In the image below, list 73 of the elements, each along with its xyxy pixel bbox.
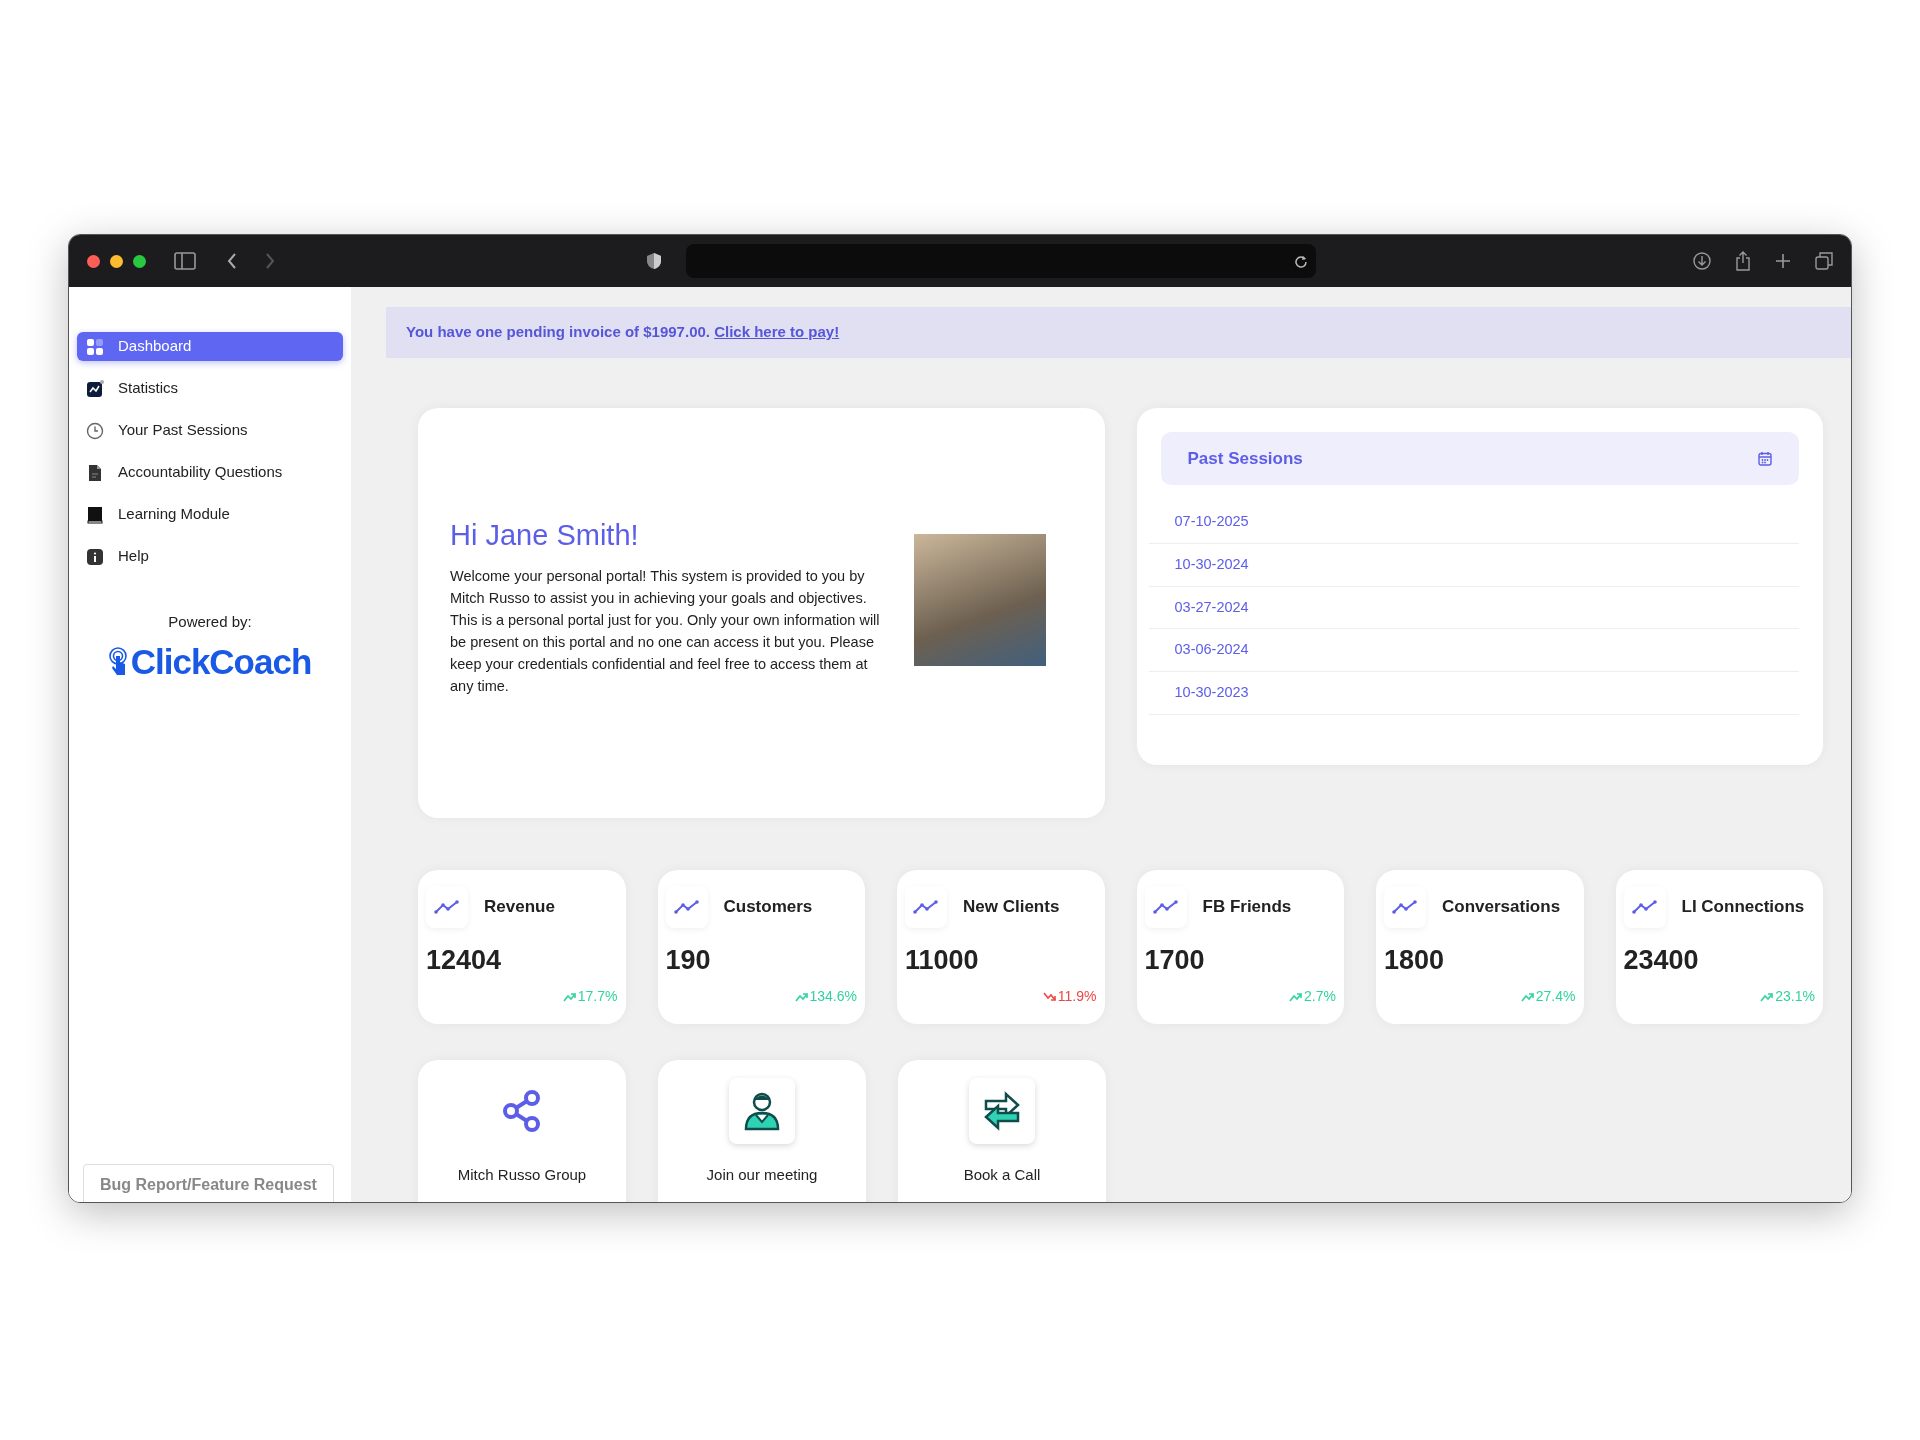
line-chart-icon [1631,898,1658,915]
stat-value: 11000 [905,943,980,977]
stat-change: 134.6% [809,987,857,1006]
shield-icon [646,252,662,270]
session-date[interactable]: 10-30-2023 [1148,672,1799,715]
past-sessions-title: Past Sessions [1187,447,1303,470]
sidebar-item[interactable]: Learning Module [77,500,343,529]
link-card[interactable]: Mitch Russo Group [418,1059,626,1202]
tabs-overview-icon[interactable] [1815,252,1833,270]
link-label: Book a Call [963,1164,1041,1185]
line-chart-icon [913,898,939,915]
reload-icon[interactable] [1294,254,1308,268]
session-date[interactable]: 10-30-2024 [1148,543,1799,587]
sidebar-toggle-icon[interactable] [174,252,196,270]
chart-icon [86,379,104,398]
download-icon[interactable] [1693,252,1711,270]
stat-value: 12404 [426,943,503,977]
trend-down-icon [1042,990,1056,1003]
stat-change: 23.1% [1775,987,1815,1006]
back-icon[interactable] [226,252,238,270]
stat-change: 11.9% [1057,987,1097,1006]
link-label: Join our meeting [706,1164,818,1185]
stat-label: FB Friends [1202,895,1292,918]
document-icon [86,463,104,482]
calendar-icon[interactable] [1758,450,1772,466]
sidebar-item[interactable]: Statistics [77,374,343,403]
stat-label: Customers [723,895,813,918]
line-chart-icon [1152,898,1179,915]
stat-label: New Clients [963,895,1060,918]
line-chart-icon [434,898,460,915]
stat-value: 23400 [1623,943,1700,977]
stat-label: LI Connections [1681,895,1805,918]
minimize-icon[interactable] [110,254,123,268]
link-card[interactable]: Book a Call [898,1059,1106,1202]
stat-label: Revenue [484,895,555,918]
stat-label: Conversations [1442,895,1561,918]
trend-up-icon [1289,990,1303,1003]
share-icon[interactable] [1735,251,1751,271]
stat-change: 2.7% [1304,987,1336,1006]
close-icon[interactable] [87,254,100,268]
invoice-message: You have one pending invoice of $1997.00. [406,323,711,340]
trend-up-icon [562,990,576,1003]
grid-icon [86,337,104,356]
trend-up-icon [1520,990,1534,1003]
welcome-text: Welcome your personal portal! This system is provided to you by Mitch Russo to assist you in achieving your goals and objectives. This is a personal portal just for you. Only your own information will be present on this portal and no one can access it but you. Please keep your credentials confidential and feel free to access them at any time. [450,566,881,696]
stat-change: 27.4% [1535,987,1576,1006]
bug-report-button[interactable]: Bug Report/Feature Request [83,1164,334,1202]
sidebar-item[interactable]: Your Past Sessions [77,416,343,445]
line-chart-icon [673,898,700,915]
greeting-title: Hi Jane Smith! [450,518,640,553]
new-tab-icon[interactable] [1775,253,1791,269]
sidebar-item[interactable]: Accountability Questions [77,458,343,487]
session-date[interactable]: 03-06-2024 [1148,629,1799,672]
line-chart-icon [1392,898,1418,915]
trend-up-icon [1760,990,1774,1003]
book-icon [86,505,104,524]
maximize-icon[interactable] [133,254,146,268]
clickcoach-logo[interactable]: ClickCoach [77,635,343,688]
stat-value: 190 [665,943,712,977]
sidebar-item[interactable]: Help [77,542,343,571]
trend-up-icon [794,990,808,1003]
stat-change: 17.7% [577,987,618,1006]
stat-value: 1700 [1144,943,1206,977]
session-date[interactable]: 03-27-2024 [1148,586,1799,630]
session-date[interactable]: 07-10-2025 [1148,501,1799,544]
link-card[interactable]: Join our meeting [658,1059,866,1202]
link-label: Mitch Russo Group [457,1164,587,1185]
pay-link[interactable]: Click here to pay! [714,323,840,340]
stat-value: 1800 [1384,943,1446,977]
info-icon [86,547,104,566]
sidebar-item[interactable]: Dashboard [77,332,343,361]
powered-by-label: Powered by: [167,612,253,632]
clock-icon [86,421,104,440]
